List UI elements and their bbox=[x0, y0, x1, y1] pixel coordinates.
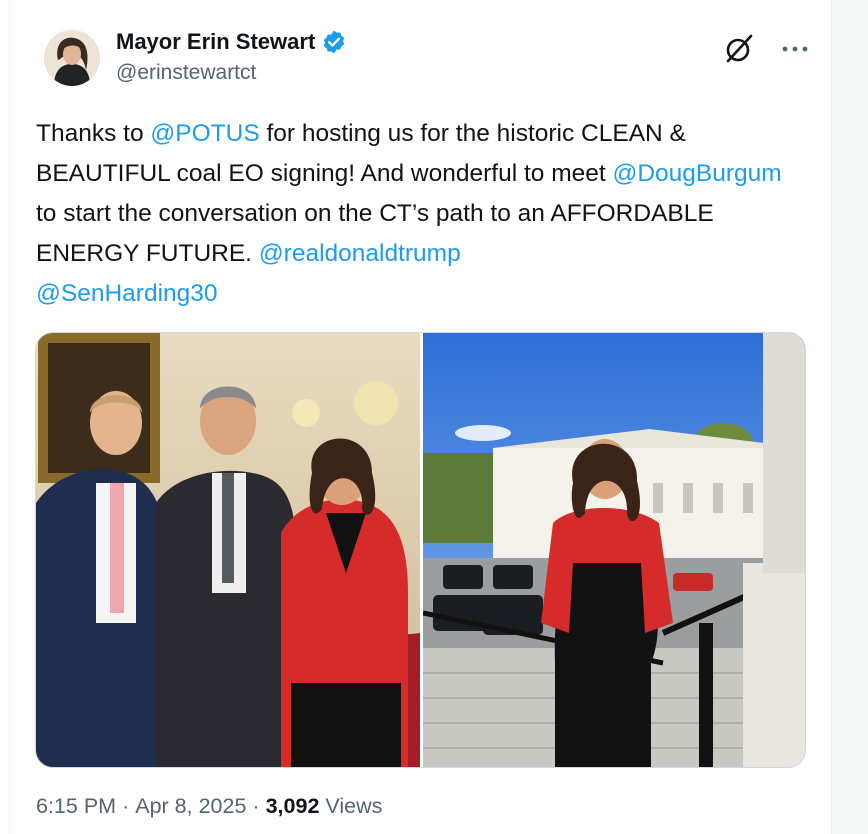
photo-outdoor-steps[interactable] bbox=[423, 333, 805, 767]
profile-photo bbox=[44, 30, 100, 86]
left-scroll-strip bbox=[0, 0, 10, 834]
photo-image bbox=[423, 333, 805, 767]
tweet-date[interactable]: Apr 8, 2025 bbox=[135, 794, 246, 819]
tweet-top-actions bbox=[722, 32, 808, 66]
mention-link-realdonaldtrump[interactable]: @realdonaldtrump bbox=[259, 240, 461, 267]
mention-link-potus[interactable]: @POTUS bbox=[150, 120, 259, 147]
photo-image bbox=[36, 333, 420, 767]
grok-icon[interactable] bbox=[722, 32, 756, 66]
meta-separator: · bbox=[252, 794, 260, 818]
author-name-row[interactable]: Mayor Erin Stewart bbox=[116, 29, 347, 55]
display-name[interactable]: Mayor Erin Stewart bbox=[116, 29, 315, 55]
author-handle[interactable]: @erinstewartct bbox=[116, 61, 256, 85]
views-label: Views bbox=[325, 794, 383, 818]
tweet-text: Thanks to @POTUS for hosting us for the … bbox=[36, 114, 806, 314]
tweet-text-segment: Thanks to bbox=[36, 120, 151, 147]
tweet-meta: 6:15 PM · Apr 8, 2025 · 3,092 Views bbox=[36, 794, 382, 819]
mention-link-dougburgum[interactable]: @DougBurgum bbox=[612, 160, 781, 187]
verified-badge-icon bbox=[324, 30, 345, 54]
right-scrollbar[interactable] bbox=[831, 0, 868, 834]
media-grid bbox=[35, 332, 806, 768]
more-options-icon[interactable] bbox=[782, 44, 808, 54]
photo-indoor-group[interactable] bbox=[36, 333, 420, 767]
mention-link-senharding30[interactable]: @SenHarding30 bbox=[36, 280, 218, 307]
tweet-time[interactable]: 6:15 PM bbox=[36, 794, 116, 819]
avatar[interactable] bbox=[44, 30, 100, 86]
meta-separator: · bbox=[122, 794, 130, 818]
views-count: 3,092 bbox=[265, 794, 320, 818]
